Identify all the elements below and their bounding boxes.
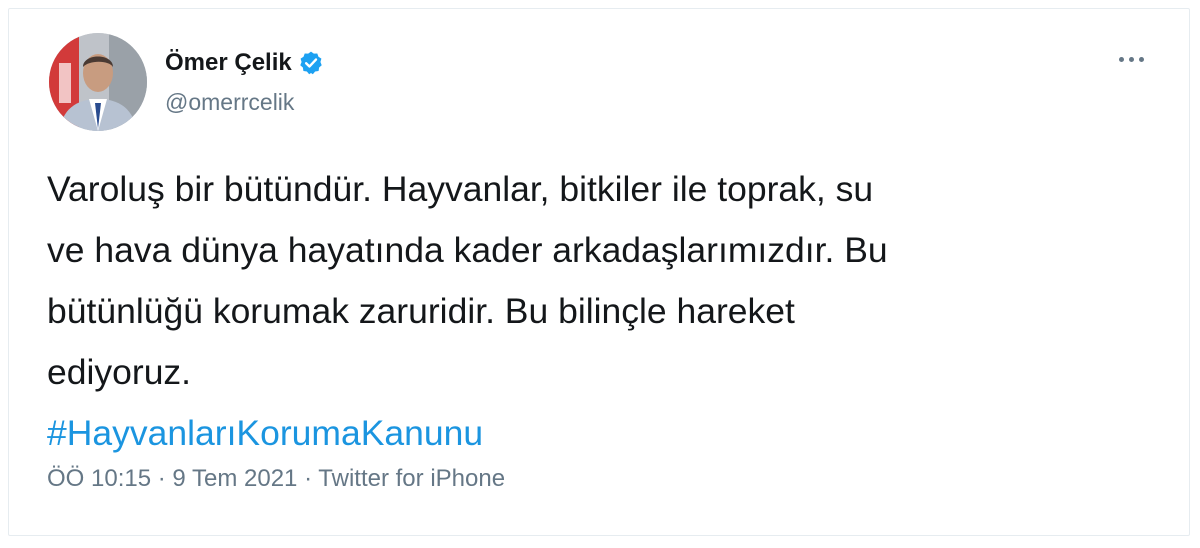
author-name-row[interactable]: Ömer Çelik	[165, 45, 324, 81]
dot	[1128, 56, 1134, 62]
tweet-time-link[interactable]: ÖÖ 10:15	[47, 465, 151, 492]
dot	[1138, 56, 1144, 62]
tweet-meta: ÖÖ 10:15 · 9 Tem 2021 · Twitter for iPho…	[47, 465, 505, 493]
tweet-card: Ömer Çelik @omerrcelik Varoluş bir bütün…	[8, 8, 1190, 536]
author-handle[interactable]: @omerrcelik	[165, 89, 294, 116]
author-name[interactable]: Ömer Çelik	[165, 49, 292, 77]
avatar-image	[49, 33, 147, 131]
tweet-source-link[interactable]: Twitter for iPhone	[318, 465, 505, 492]
tweet-text-line: Varoluş bir bütündür. Hayvanlar, bitkile…	[47, 169, 874, 209]
tweet-text: Varoluş bir bütündür. Hayvanlar, bitkile…	[47, 159, 1147, 464]
tweet-text-line: ve hava dünya hayatında kader arkadaşlar…	[47, 230, 888, 270]
meta-separator: ·	[157, 465, 166, 492]
more-options-icon[interactable]	[1113, 45, 1149, 73]
tweet-text-line: ediyoruz.	[47, 352, 192, 392]
dot	[1118, 56, 1124, 62]
meta-separator: ·	[304, 465, 313, 492]
verified-badge-icon	[298, 50, 324, 76]
tweet-date-link[interactable]: 9 Tem 2021	[172, 465, 297, 492]
hashtag-link[interactable]: #HayvanlarıKorumaKanunu	[47, 403, 1147, 464]
tweet-text-line: bütünlüğü korumak zaruridir. Bu bilinçle…	[47, 291, 795, 331]
avatar[interactable]	[49, 33, 147, 131]
